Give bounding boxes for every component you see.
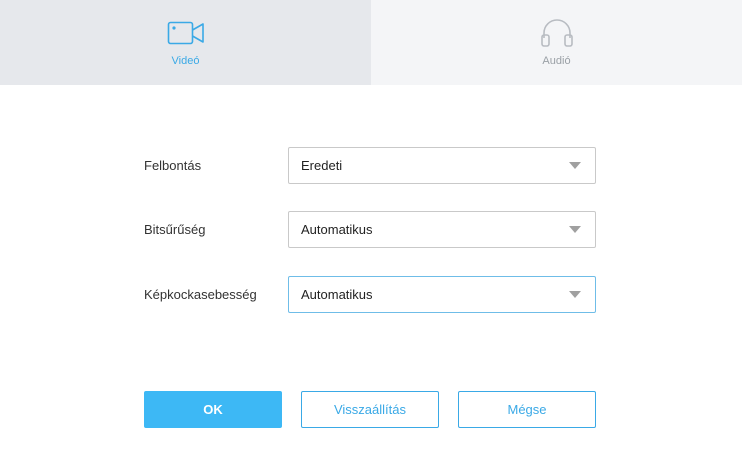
framerate-value: Automatikus (301, 287, 373, 302)
bitrate-value: Automatikus (301, 222, 373, 237)
tab-audio[interactable]: Audió (371, 0, 742, 85)
framerate-row: Képkockasebesség Automatikus (144, 276, 596, 313)
resolution-label: Felbontás (144, 158, 202, 173)
chevron-down-icon (569, 226, 581, 233)
resolution-value: Eredeti (301, 158, 343, 173)
resolution-row: Felbontás Eredeti (144, 147, 596, 184)
chevron-down-icon (569, 162, 581, 169)
tab-video[interactable]: Videó (0, 0, 371, 85)
framerate-select[interactable]: Automatikus (288, 276, 596, 313)
ok-button[interactable]: OK (144, 391, 282, 428)
resolution-select[interactable]: Eredeti (288, 147, 596, 184)
cancel-button[interactable]: Mégse (458, 391, 596, 428)
tab-audio-label: Audió (542, 55, 571, 67)
bitrate-label: Bitsűrűség (144, 222, 206, 237)
video-camera-icon (166, 19, 206, 47)
bitrate-select[interactable]: Automatikus (288, 211, 596, 248)
tab-video-label: Videó (171, 55, 200, 67)
bitrate-row: Bitsűrűség Automatikus (144, 211, 596, 248)
headphones-icon (537, 19, 577, 47)
reset-button[interactable]: Visszaállítás (301, 391, 439, 428)
tab-bar: Videó Audió (0, 0, 742, 85)
framerate-label: Képkockasebesség (144, 287, 257, 302)
chevron-down-icon (569, 291, 581, 298)
